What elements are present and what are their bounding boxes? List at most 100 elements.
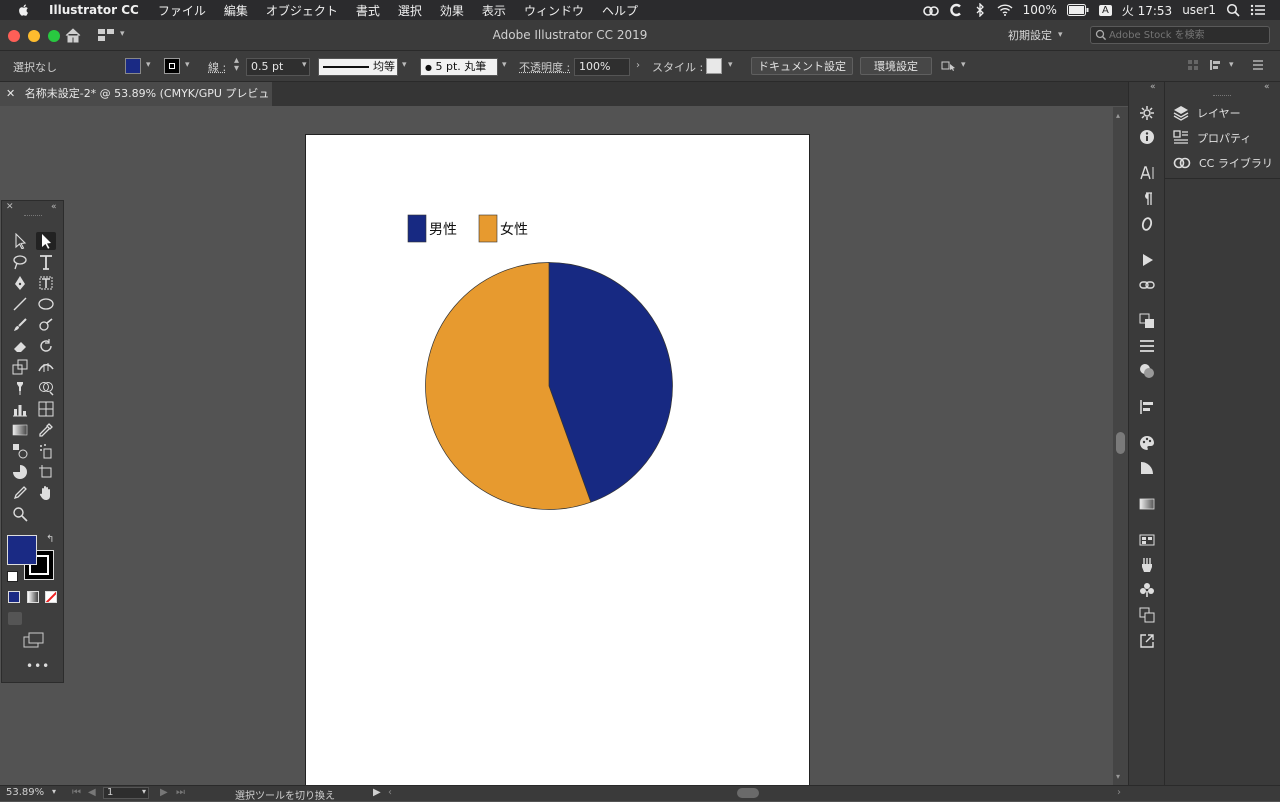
opacity-label[interactable]: 不透明度 : <box>519 59 570 75</box>
close-tab-icon[interactable]: ✕ <box>6 87 15 100</box>
scroll-up-icon[interactable]: ▴ <box>1116 111 1120 120</box>
graph-tool[interactable] <box>10 400 30 418</box>
battery-icon[interactable] <box>1067 4 1089 16</box>
menu-effect[interactable]: 効果 <box>431 2 473 19</box>
stock-search-input[interactable] <box>1107 29 1261 42</box>
previous-artboard-icon[interactable]: ◀ <box>88 787 96 798</box>
scroll-left-icon[interactable]: ‹ <box>388 787 392 798</box>
transform-grid-icon[interactable] <box>1187 59 1199 71</box>
swatches-icon[interactable] <box>1138 531 1156 549</box>
user-name[interactable]: user1 <box>1182 3 1216 17</box>
touch-type-tool[interactable] <box>36 274 56 292</box>
draw-inside-button[interactable] <box>46 612 60 625</box>
chevron-right-icon[interactable]: › <box>636 60 640 71</box>
horizontal-scrollbar-thumb[interactable] <box>737 788 759 798</box>
bluetooth-icon[interactable] <box>973 3 987 17</box>
panel-cc-libraries[interactable]: CC ライブラリ <box>1173 153 1273 173</box>
opentype-icon[interactable] <box>1138 215 1156 233</box>
color-guide-icon[interactable] <box>1138 459 1156 477</box>
screen-mode-icon[interactable] <box>23 632 45 648</box>
fill-color-swatch[interactable] <box>125 58 141 74</box>
menu-edit[interactable]: 編集 <box>215 2 257 19</box>
color-palette-icon[interactable] <box>1138 434 1156 452</box>
input-method-indicator[interactable]: A <box>1099 5 1112 16</box>
eraser-tool[interactable] <box>10 337 30 355</box>
collapse-strip-icon[interactable]: « <box>1150 82 1156 92</box>
align-panel-icon[interactable] <box>1138 398 1156 416</box>
menu-select[interactable]: 選択 <box>389 2 431 19</box>
stroke-color-swatch[interactable] <box>164 58 180 74</box>
close-panel-icon[interactable]: ✕ <box>6 202 14 212</box>
pathfinder-icon[interactable] <box>1138 362 1156 380</box>
panel-grip[interactable] <box>24 215 42 218</box>
transform-icon[interactable] <box>1138 312 1156 330</box>
clock[interactable]: 火 17:53 <box>1122 2 1172 19</box>
artboards-icon[interactable] <box>1138 606 1156 624</box>
type-tool[interactable] <box>36 253 56 271</box>
direct-selection-tool[interactable] <box>36 232 56 250</box>
vertical-scrollbar[interactable]: ▴ ▾ <box>1113 107 1128 785</box>
stroke-profile-select[interactable]: 均等 <box>318 58 398 76</box>
eyedropper-tool[interactable] <box>36 421 56 439</box>
shaper-tool[interactable] <box>36 316 56 334</box>
canvas-area[interactable]: 男性 女性 <box>0 107 1113 785</box>
info-icon[interactable] <box>1138 128 1156 146</box>
wifi-icon[interactable] <box>997 3 1013 17</box>
ellipse-tool[interactable] <box>36 295 56 313</box>
artboard-tool[interactable] <box>36 463 56 481</box>
last-artboard-icon[interactable]: ⏭ <box>176 787 185 798</box>
magic-wand-tool[interactable] <box>10 253 30 271</box>
live-paint-tool[interactable] <box>10 463 30 481</box>
appearance-icon[interactable] <box>1138 104 1156 122</box>
document-tab[interactable]: ✕ 名称未設定-2* @ 53.89% (CMYK/GPU プレビュー) <box>0 82 272 106</box>
panel-grip[interactable] <box>1213 95 1231 98</box>
edit-toolbar-icon[interactable]: ••• <box>26 659 50 673</box>
workspace-switcher[interactable]: 初期設定 ▾ <box>1008 26 1078 44</box>
notification-center-icon[interactable] <box>1250 3 1266 17</box>
actions-icon[interactable] <box>1138 251 1156 269</box>
brushes-icon[interactable] <box>1138 556 1156 574</box>
first-artboard-icon[interactable]: ⏮ <box>72 787 81 798</box>
graphic-style-swatch[interactable] <box>706 58 722 74</box>
creative-cloud-icon[interactable] <box>923 3 939 17</box>
stroke-weight-stepper[interactable]: ▴ ▾ <box>234 57 239 73</box>
blend-tool[interactable] <box>10 442 30 460</box>
paintbrush-tool[interactable] <box>10 316 30 334</box>
scroll-down-icon[interactable]: ▾ <box>1116 772 1120 781</box>
opacity-field[interactable]: 100% <box>574 58 630 76</box>
align-icon[interactable] <box>1209 59 1223 71</box>
panel-menu-icon[interactable] <box>1252 59 1264 71</box>
select-similar-icon[interactable] <box>941 59 957 73</box>
next-artboard-icon[interactable]: ▶ <box>160 787 168 798</box>
symbols-icon[interactable] <box>1138 581 1156 599</box>
scale-tool[interactable] <box>10 358 30 376</box>
symbol-sprayer-tool[interactable] <box>36 442 56 460</box>
preferences-button[interactable]: 環境設定 <box>860 57 932 75</box>
stroke-panel-icon[interactable] <box>1138 337 1156 355</box>
mesh-tool[interactable] <box>36 400 56 418</box>
width-tool[interactable] <box>36 358 56 376</box>
chevron-down-icon[interactable]: ▾ <box>142 787 146 796</box>
chevron-down-icon[interactable]: ▾ <box>185 60 190 70</box>
rotate-tool[interactable] <box>36 337 56 355</box>
pie-chart[interactable]: 男性 女性 <box>306 135 809 785</box>
stock-search-box[interactable] <box>1090 26 1270 44</box>
chevron-down-icon[interactable]: ▾ <box>502 60 507 70</box>
puppet-warp-tool[interactable] <box>10 379 30 397</box>
status-c-icon[interactable] <box>949 3 963 17</box>
collapse-dock-icon[interactable]: « <box>1264 82 1270 92</box>
stroke-weight-field[interactable]: 0.5 pt <box>246 58 310 76</box>
paragraph-icon[interactable] <box>1138 190 1156 208</box>
selection-tool[interactable] <box>10 232 30 250</box>
none-mode-button[interactable] <box>45 591 57 603</box>
links-icon[interactable] <box>1138 276 1156 294</box>
stroke-label[interactable]: 線 : <box>208 59 226 75</box>
color-mode-button[interactable] <box>8 591 20 603</box>
hand-tool[interactable] <box>36 484 56 502</box>
scroll-right-icon[interactable]: › <box>1117 787 1121 798</box>
gradient-panel-icon[interactable] <box>1138 495 1156 513</box>
gradient-mode-button[interactable] <box>27 591 39 603</box>
menu-app-name[interactable]: Illustrator CC <box>43 3 149 17</box>
panel-layers[interactable]: レイヤー <box>1173 103 1241 123</box>
pen-tool[interactable] <box>10 274 30 292</box>
